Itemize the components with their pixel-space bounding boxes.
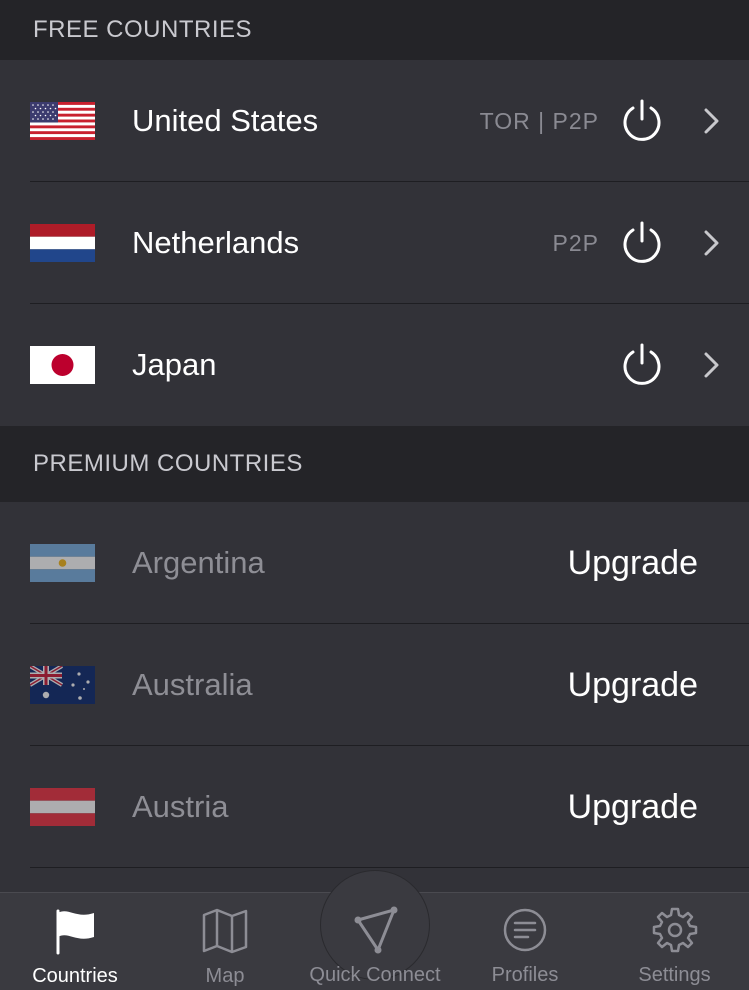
row-divider — [30, 867, 749, 868]
power-icon[interactable] — [620, 99, 664, 143]
country-row-austria[interactable]: Austria Upgrade — [0, 746, 749, 868]
premium-countries-list: Argentina Upgrade Australia Upgrade Aust… — [0, 502, 749, 892]
country-row-netherlands[interactable]: Netherlands P2P — [0, 182, 749, 304]
free-countries-title: FREE COUNTRIES — [33, 16, 253, 43]
country-row-argentina[interactable]: Argentina Upgrade — [0, 502, 749, 624]
tab-countries[interactable]: Countries — [0, 893, 150, 990]
premium-countries-header: PREMIUM COUNTRIES — [0, 426, 749, 502]
country-features: TOR | P2P — [479, 107, 599, 134]
country-name: Austria — [132, 789, 229, 824]
tab-label: Settings — [638, 964, 711, 986]
free-countries-header: FREE COUNTRIES — [0, 0, 749, 60]
ar-flag-icon — [30, 544, 95, 582]
country-name: Japan — [132, 347, 217, 382]
tab-settings[interactable]: Settings — [600, 892, 749, 990]
upgrade-button[interactable]: Upgrade — [568, 788, 698, 827]
at-flag-icon — [30, 788, 95, 826]
au-flag-icon — [30, 666, 95, 704]
chevron-right-icon[interactable] — [703, 229, 721, 257]
tab-label: Quick Connect — [309, 964, 441, 986]
tab-label: Countries — [32, 965, 118, 987]
country-row-united-states[interactable]: United States TOR | P2P — [0, 60, 749, 182]
quick-connect-icon — [350, 906, 400, 954]
upgrade-button[interactable]: Upgrade — [568, 666, 698, 705]
power-icon[interactable] — [620, 221, 664, 265]
gear-icon — [650, 906, 700, 954]
country-name: Argentina — [132, 545, 265, 580]
profiles-icon — [500, 906, 550, 954]
country-name: United States — [132, 103, 319, 138]
tab-label: Profiles — [491, 964, 559, 986]
tab-quick-connect[interactable]: Quick Connect — [300, 892, 450, 990]
chevron-right-icon[interactable] — [703, 351, 721, 379]
flag-icon — [50, 907, 100, 955]
chevron-right-icon[interactable] — [703, 107, 721, 135]
country-row-japan[interactable]: Japan — [0, 304, 749, 426]
premium-countries-title: PREMIUM COUNTRIES — [33, 450, 303, 477]
country-name: Netherlands — [132, 225, 300, 260]
country-name: Australia — [132, 667, 253, 702]
country-row-australia[interactable]: Australia Upgrade — [0, 624, 749, 746]
upgrade-button[interactable]: Upgrade — [568, 544, 698, 583]
nl-flag-icon — [30, 224, 95, 262]
jp-flag-icon — [30, 346, 95, 384]
us-flag-icon — [30, 102, 95, 140]
power-icon[interactable] — [620, 343, 664, 387]
tab-profiles[interactable]: Profiles — [450, 892, 600, 990]
tab-label: Map — [205, 965, 245, 987]
tab-map[interactable]: Map — [150, 893, 300, 990]
free-countries-list: United States TOR | P2P Netherlands P2P — [0, 60, 749, 426]
country-features: P2P — [552, 229, 599, 256]
map-icon — [200, 907, 250, 955]
